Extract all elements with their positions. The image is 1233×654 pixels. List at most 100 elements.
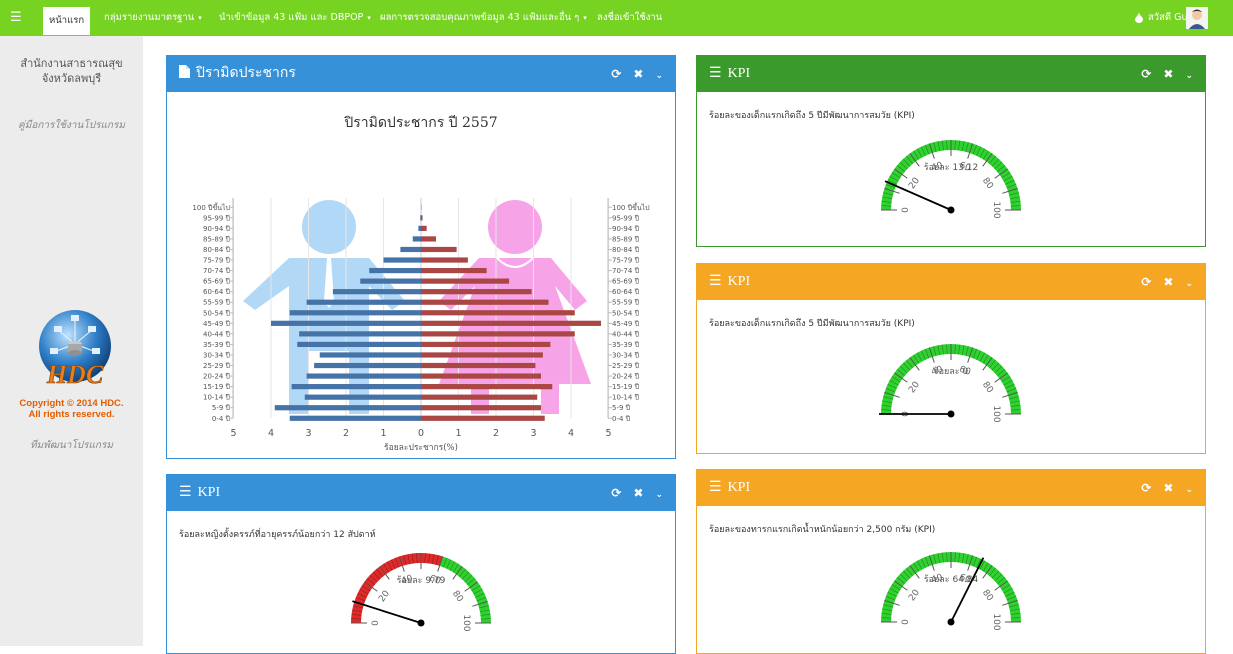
- user-avatar-icon[interactable]: [1186, 7, 1208, 29]
- y-tick-label-right: 95-99 ปี: [612, 214, 640, 222]
- gauge-tick-label: 100: [461, 614, 471, 631]
- chevron-down-icon[interactable]: ⌄: [655, 490, 663, 500]
- x-tick-label: 5: [230, 428, 236, 439]
- gauge-tick-label: 0: [901, 207, 911, 213]
- hamburger-icon: ☰: [709, 66, 722, 81]
- refresh-icon[interactable]: ⟳: [611, 67, 621, 81]
- panel-tools: ⟳ ✖ ⌄: [1129, 56, 1193, 94]
- bar-female: [421, 300, 549, 305]
- panel-header: ☰KPI ⟳ ✖ ⌄: [167, 475, 675, 511]
- nav-item-standard-reports[interactable]: กลุ่มรายงานมาตรฐาน▾: [104, 0, 202, 36]
- y-tick-label-left: 90-94 ปี: [203, 225, 231, 233]
- bar-male: [320, 352, 421, 357]
- y-tick-label-right: 80-84 ปี: [612, 246, 640, 254]
- person-silhouettes: [243, 200, 591, 414]
- gauge-tick-label: 80: [980, 588, 995, 603]
- nav-item-login[interactable]: ลงชื่อเข้าใช้งาน: [597, 0, 662, 36]
- bar-female: [421, 416, 545, 421]
- refresh-icon[interactable]: ⟳: [1141, 275, 1151, 289]
- nav-item-home[interactable]: หน้าแรก: [43, 7, 90, 35]
- y-tick-label-left: 85-89 ปี: [203, 235, 231, 243]
- gauge-tick-label: 20: [377, 589, 392, 604]
- bar-male: [271, 321, 421, 326]
- y-tick-label-left: 35-39 ปี: [203, 341, 231, 349]
- panel-title: ☰KPI: [179, 475, 220, 511]
- bar-male: [314, 363, 421, 368]
- bar-female: [421, 395, 537, 400]
- bar-male: [307, 300, 421, 305]
- manual-link[interactable]: คู่มือการใช้งานโปรแกรม: [0, 118, 143, 133]
- y-tick-label-left: 0-4 ปี: [212, 415, 231, 423]
- gauge-tick-label: 0: [901, 619, 911, 625]
- chevron-down-icon[interactable]: ⌄: [1185, 485, 1193, 495]
- close-icon[interactable]: ✖: [1163, 481, 1173, 495]
- y-tick-label-right: 70-74 ปี: [612, 267, 640, 275]
- bar-male: [299, 331, 421, 336]
- y-tick-label-right: 0-4 ปี: [612, 415, 631, 423]
- nav-item-quality-check[interactable]: ผลการตรวจสอบคุณภาพข้อมูล 43 แฟ้มและอื่น …: [380, 0, 587, 36]
- water-drop-icon: [1135, 0, 1143, 36]
- close-icon[interactable]: ✖: [633, 67, 643, 81]
- y-tick-label-left: 75-79 ปี: [203, 257, 231, 265]
- panel-title: ☰KPI: [709, 264, 750, 300]
- refresh-icon[interactable]: ⟳: [1141, 67, 1151, 81]
- chevron-down-icon[interactable]: ⌄: [1185, 71, 1193, 81]
- bar-male: [413, 236, 421, 241]
- x-tick-label: 1: [380, 428, 386, 439]
- panel-tools: ⟳ ✖ ⌄: [1129, 264, 1193, 302]
- dev-team-link[interactable]: ทีมพัฒนาโปรแกรม: [0, 438, 143, 453]
- bar-female: [421, 405, 541, 410]
- gauge-band-green: [440, 556, 491, 623]
- y-tick-label-right: 65-69 ปี: [612, 278, 640, 286]
- hamburger-icon[interactable]: ☰: [10, 0, 22, 36]
- bar-female: [421, 289, 532, 294]
- gauge-tick-label: 20: [907, 588, 922, 603]
- org-name: สำนักงานสาธารณสุขจังหวัดลพบุรี: [0, 56, 143, 86]
- bar-female: [421, 352, 543, 357]
- bar-male: [333, 289, 421, 294]
- y-tick-label-left: 45-49 ปี: [203, 320, 231, 328]
- y-tick-label-left: 15-19 ปี: [203, 383, 231, 391]
- gauge-tick-label: 20: [907, 176, 922, 191]
- refresh-icon[interactable]: ⟳: [611, 486, 621, 500]
- y-tick-label-right: 75-79 ปี: [612, 257, 640, 265]
- gauge-needle-hub: [948, 207, 955, 214]
- kpi-panel-3: ☰KPI ⟳✖⌄ ร้อยละหญิงตั้งครรภ์ที่อายุครรภ์…: [166, 474, 676, 654]
- y-tick-label-right: 15-19 ปี: [612, 383, 640, 391]
- gauge-needle-hub: [948, 411, 955, 418]
- chevron-down-icon[interactable]: ⌄: [655, 71, 663, 81]
- panel-title: ☰KPI: [709, 56, 750, 92]
- close-icon[interactable]: ✖: [1163, 275, 1173, 289]
- panel-title: ☰KPI: [709, 470, 750, 506]
- nav-item-import-43[interactable]: นำเข้าข้อมูล 43 แฟ้ม และ DBPOP▾: [219, 0, 371, 36]
- y-tick-label-left: 60-64 ปี: [203, 288, 231, 296]
- panel-tools: ⟳ ✖ ⌄: [1129, 470, 1193, 508]
- kpi-label: ร้อยละของเด็กแรกเกิดถึง 5 ปีมีพัฒนาการสม…: [709, 316, 915, 330]
- x-tick-label: 3: [305, 428, 311, 439]
- panel-tools: ⟳ ✖ ⌄: [599, 475, 663, 513]
- y-tick-label-left: 100 ปีขึ้นไป: [192, 201, 230, 212]
- y-tick-label-right: 10-14 ปี: [612, 394, 640, 402]
- kpi-gauge: 020406080100ร้อยละ 9.79: [341, 541, 501, 641]
- bar-male: [360, 279, 421, 284]
- gauge-tick-label: 80: [980, 176, 995, 191]
- gauge-needle: [352, 601, 421, 623]
- y-tick-label-left: 10-14 ปี: [203, 394, 231, 402]
- gauge-needle-hub: [418, 620, 425, 627]
- x-tick-label: 5: [605, 428, 611, 439]
- bar-male: [384, 257, 422, 262]
- bar-female: [421, 247, 457, 252]
- y-tick-label-right: 30-34 ปี: [612, 351, 640, 359]
- refresh-icon[interactable]: ⟳: [1141, 481, 1151, 495]
- chevron-down-icon: ▾: [583, 14, 587, 22]
- gauge-tick-label: 80: [980, 380, 995, 395]
- y-tick-label-left: 40-44 ปี: [203, 330, 231, 338]
- hamburger-icon: ☰: [179, 485, 192, 500]
- close-icon[interactable]: ✖: [1163, 67, 1173, 81]
- x-tick-label: 3: [530, 428, 536, 439]
- bar-female: [421, 310, 575, 315]
- y-tick-label-right: 100 ปีขึ้นไป: [612, 201, 650, 212]
- y-tick-label-right: 55-59 ปี: [612, 299, 640, 307]
- chevron-down-icon[interactable]: ⌄: [1185, 279, 1193, 289]
- close-icon[interactable]: ✖: [633, 486, 643, 500]
